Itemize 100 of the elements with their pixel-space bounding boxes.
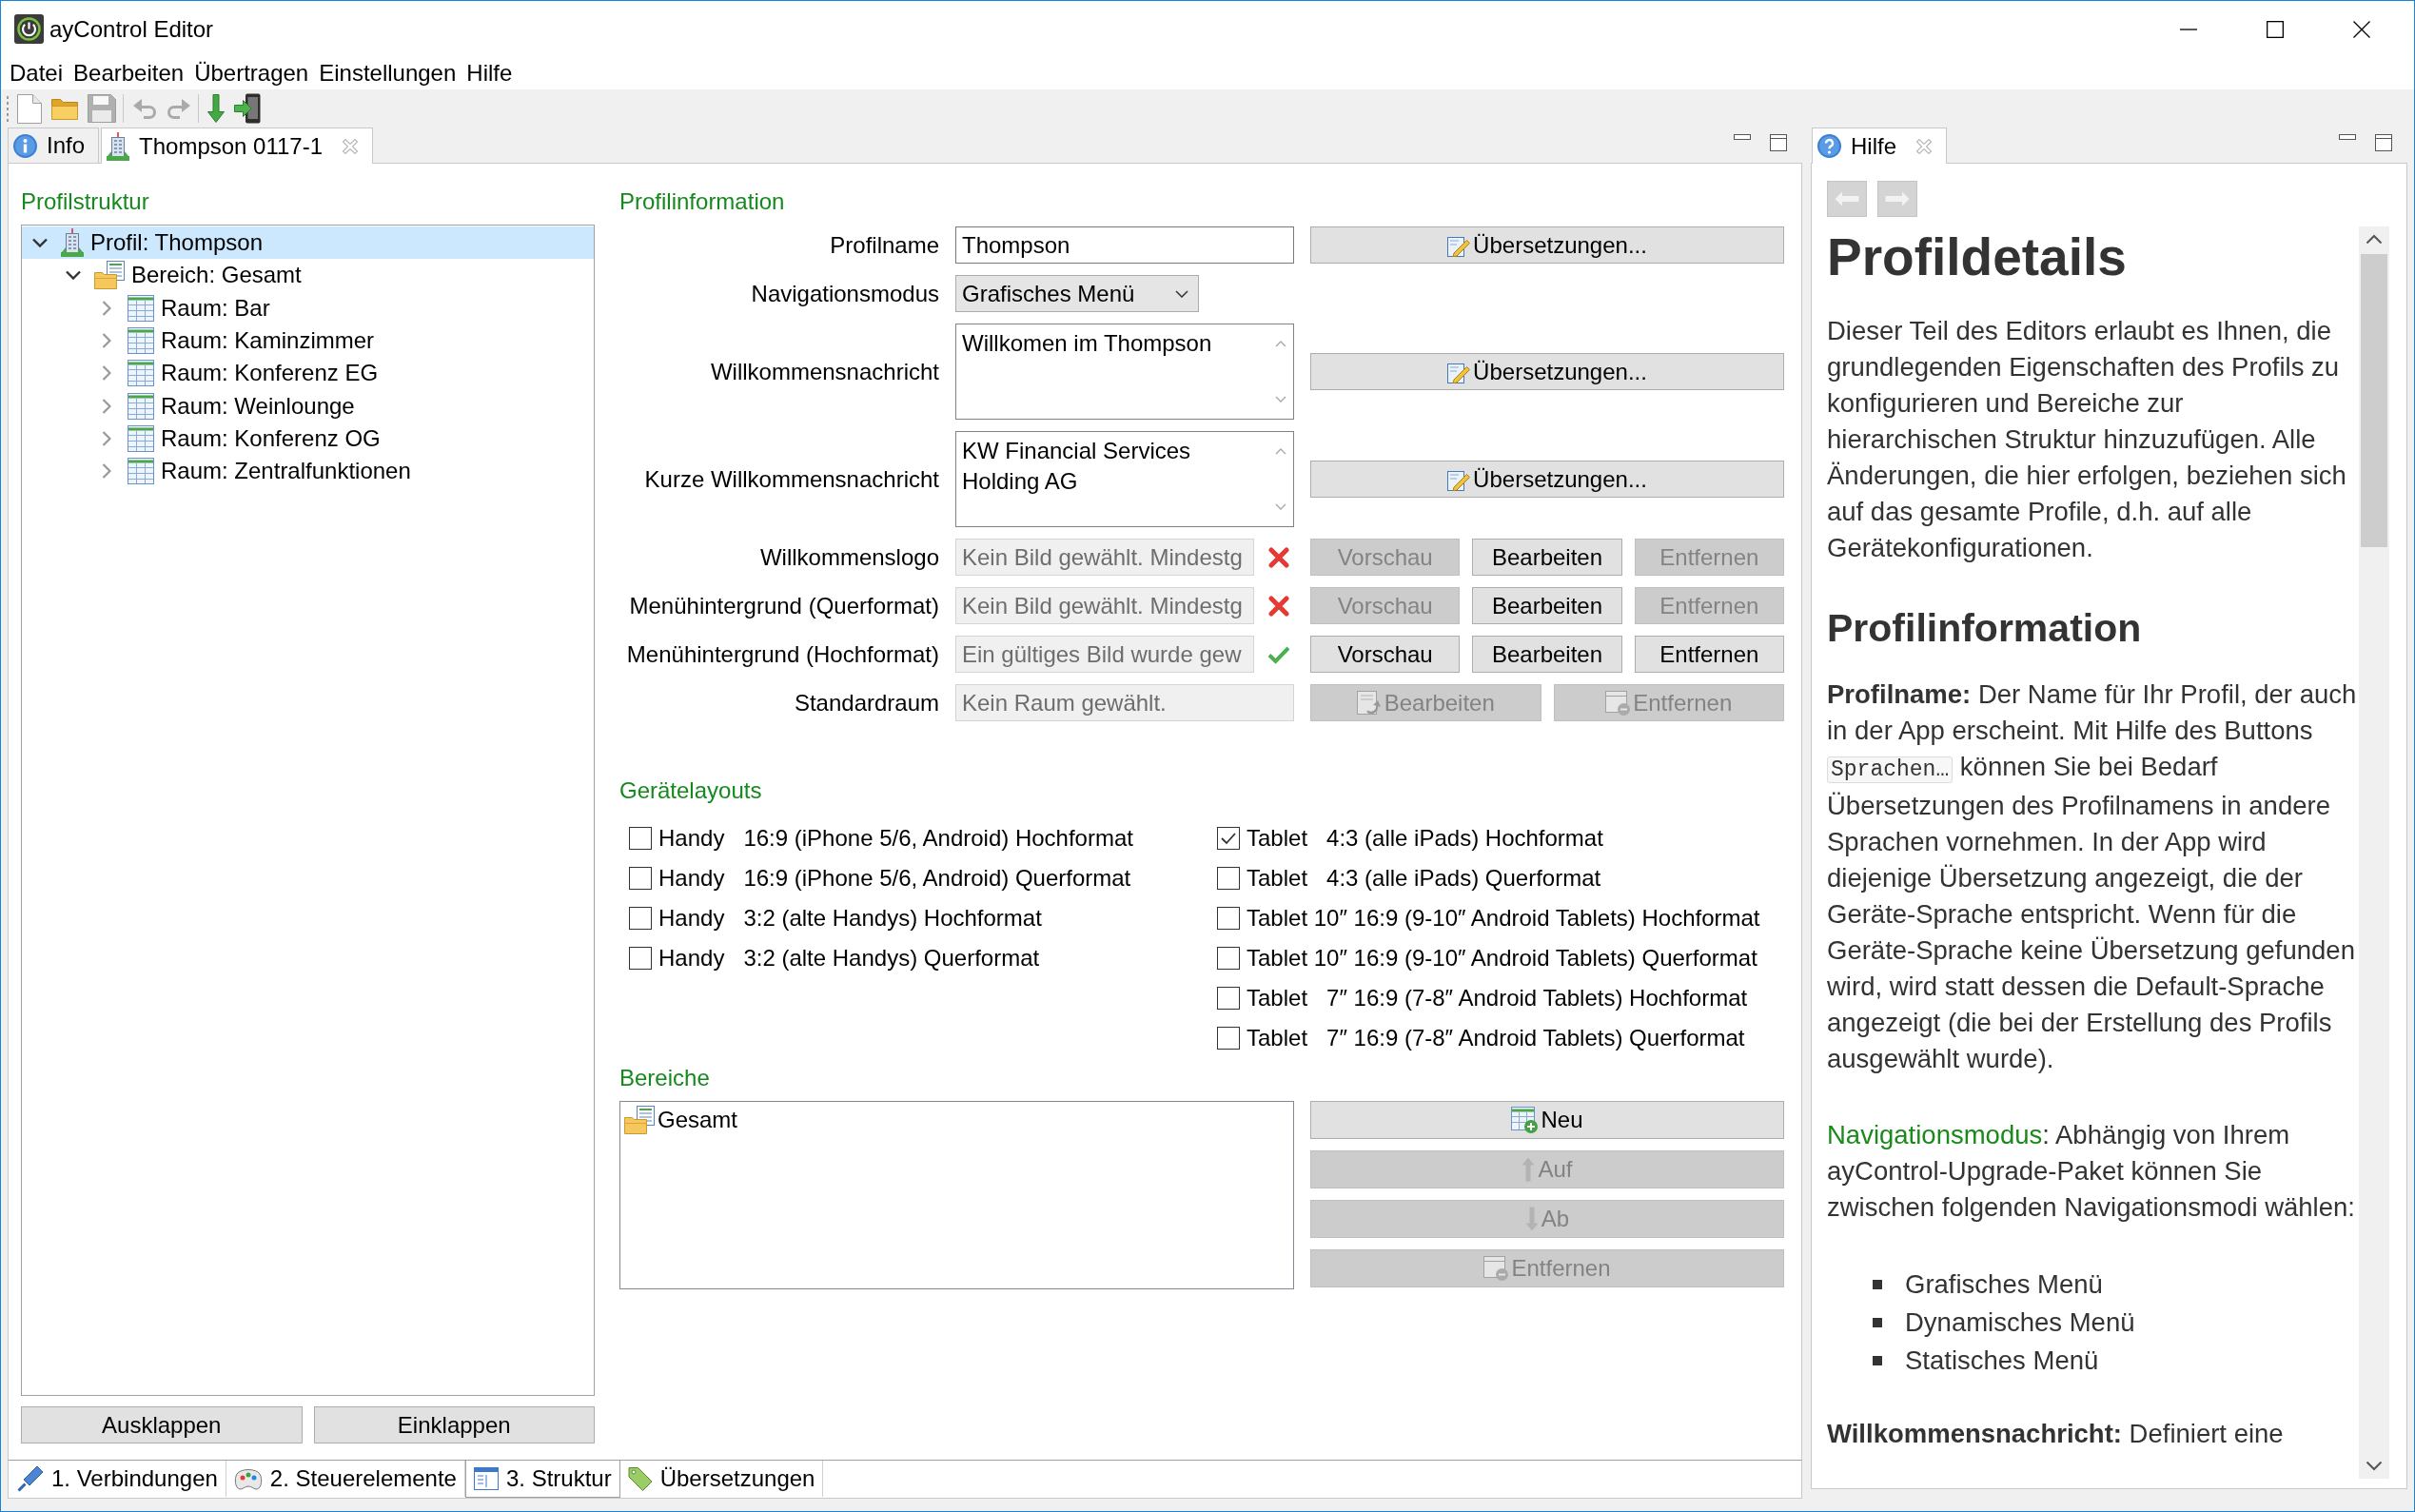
folder-icon (624, 1106, 655, 1134)
table-icon (128, 392, 154, 420)
remove-button[interactable]: Entfernen (1634, 636, 1784, 673)
translations-button[interactable]: Übersetzungen... (1310, 461, 1784, 498)
checkbox[interactable] (1217, 947, 1240, 970)
checkbox[interactable] (629, 947, 652, 970)
section-heading: Bereiche (619, 1064, 710, 1092)
tree-item[interactable]: Raum: Konferenz EG (22, 357, 594, 390)
edit-button[interactable]: Bearbeiten (1472, 539, 1622, 576)
chevron-right-icon[interactable] (102, 430, 111, 446)
tab[interactable]: 2. Steuerelemente (226, 1461, 465, 1497)
tree-item[interactable]: Raum: Konferenz OG (22, 422, 594, 456)
menu-item[interactable]: Hilfe (461, 59, 518, 88)
tree-item[interactable]: Raum: Weinlounge (22, 389, 594, 422)
list-item[interactable]: Gesamt (624, 1105, 1289, 1135)
checkbox[interactable] (1217, 867, 1240, 890)
text-field[interactable]: Kein Bild gewählt. Mindestg (955, 539, 1254, 576)
chevron-right-icon[interactable] (102, 398, 111, 414)
text-field[interactable]: Thompson (955, 226, 1294, 264)
app-logo-icon (14, 14, 44, 44)
checkbox[interactable] (1217, 827, 1240, 850)
minimize-icon[interactable] (2339, 134, 2356, 140)
scrollbar-thumb[interactable] (2361, 254, 2387, 547)
translations-button[interactable]: Übersetzungen... (1310, 226, 1784, 264)
chevron-down-icon[interactable] (32, 238, 48, 248)
checkbox[interactable] (629, 867, 652, 890)
edit-button[interactable]: Bearbeiten (1472, 636, 1622, 673)
scrollbar[interactable] (2359, 226, 2389, 1479)
scroll-up-icon[interactable] (2366, 234, 2383, 245)
edit-button[interactable]: Bearbeiten (1472, 587, 1622, 624)
text-field[interactable]: Kein Bild gewählt. Mindestg (955, 587, 1254, 624)
field-label: Navigationsmodus (751, 280, 939, 307)
dropdown[interactable]: Grafisches Menü (955, 275, 1199, 312)
document-arrow-icon (1356, 690, 1382, 716)
text-field[interactable]: Kein Raum gewählt. (955, 684, 1294, 721)
arrow-down-icon[interactable] (207, 94, 225, 123)
checkbox[interactable] (629, 907, 652, 930)
phone-arrow-icon[interactable] (234, 93, 261, 124)
checkbox[interactable] (1217, 1027, 1240, 1050)
tab[interactable]: Thompson 0117-1 (101, 128, 374, 164)
scroll-down-icon (1275, 503, 1286, 510)
minimize-icon[interactable] (2179, 28, 2197, 30)
new-button[interactable]: Neu (1310, 1101, 1784, 1139)
checkbox[interactable] (1217, 907, 1240, 930)
arrow-down-icon (1524, 1207, 1539, 1231)
collapse-all-button[interactable]: Einklappen (313, 1406, 595, 1443)
document-icon[interactable] (17, 93, 42, 124)
text-area[interactable]: Willkomen im Thompson (955, 324, 1294, 420)
translations-button[interactable]: Übersetzungen... (1310, 353, 1784, 390)
tab[interactable]: Hilfe (1812, 128, 1947, 164)
menu-item[interactable]: Übertragen (189, 59, 314, 88)
section-heading: Profilinformation (619, 187, 785, 216)
tree-item[interactable]: Raum: Zentralfunktionen (22, 455, 594, 488)
tree-item[interactable]: Raum: Kaminzimmer (22, 324, 594, 358)
help-paragraph: Navigationsmodus: Abhängig von Ihrem ayControl-Upgrade-Paket können Sie zwischen folgenden Navigationsmodi wählen: (1827, 1119, 2356, 1224)
palette-icon (233, 1466, 263, 1491)
tab[interactable]: 3. Struktur (464, 1460, 620, 1498)
field-label: Willkommenslogo (759, 543, 939, 571)
menu-item[interactable]: Datei (5, 59, 69, 88)
chevron-right-icon[interactable] (102, 365, 111, 382)
scroll-up-icon (1275, 341, 1286, 347)
chevron-right-icon[interactable] (102, 333, 111, 349)
tree-item[interactable]: Raum: Bar (22, 291, 594, 324)
text-field[interactable]: Ein gültiges Bild wurde gew (955, 636, 1254, 673)
maximize-icon[interactable] (1770, 134, 1787, 151)
tree-item[interactable]: Profil: Thompson (22, 226, 594, 260)
folder-icon[interactable] (51, 97, 78, 120)
help-paragraph: Profilname: Der Name für Ihr Profil, der auch in der App erscheint. Mit Hilfe des Buttons Sprachen… können Sie bei Bedarf Übersetzungen des Profilnamens in andere Sprachen vornehmen. In der App wird diejenige Übersetzung angezeigt, die der Geräte-Sprache entspricht. Wenn für die Geräte-Sprache keine Übersetzung gefunden wird, wird statt dessen die Default-Sprache angezeigt (die bei der Erstellung des Profils ausgewählt wurde). (1827, 678, 2358, 1075)
section-heading: Profilstruktur (21, 187, 149, 216)
checkbox-label: Handy 16:9 (iPhone 5/6, Android) Hochformat (658, 825, 1133, 852)
field-label: Willkommensnachricht (710, 358, 939, 385)
menu-item[interactable]: Bearbeiten (69, 59, 189, 88)
close-icon[interactable] (2352, 20, 2370, 38)
checkbox-label: Tablet 4:3 (alle iPads) Hochformat (1247, 825, 1603, 852)
chevron-right-icon[interactable] (102, 300, 111, 316)
maximize-icon[interactable] (2375, 134, 2392, 151)
tab[interactable]: Info (8, 128, 100, 163)
tab[interactable]: 1. Verbindungen (10, 1461, 226, 1497)
tab[interactable]: Übersetzungen (619, 1461, 824, 1497)
checkbox[interactable] (1217, 987, 1240, 1010)
scroll-down-icon[interactable] (2366, 1461, 2383, 1471)
minimize-icon[interactable] (1734, 134, 1751, 140)
maximize-icon[interactable] (2266, 20, 2284, 38)
help-title: Profildetails (1827, 226, 2128, 287)
arrow-right-icon (1885, 191, 1910, 206)
menu-item[interactable]: Einstellungen (314, 59, 461, 88)
arrow-left-icon (1835, 191, 1859, 206)
checkbox-label: Tablet 7″ 16:9 (7-8″ Android Tablets) Querformat (1247, 1025, 1745, 1051)
text-area[interactable]: KW Financial Services Holding AG (955, 431, 1294, 527)
tree-item[interactable]: Bereich: Gesamt (22, 259, 594, 292)
preview-button[interactable]: Vorschau (1310, 636, 1461, 673)
checkbox-label: Handy 16:9 (iPhone 5/6, Android) Querformat (658, 865, 1131, 892)
checkbox[interactable] (629, 827, 652, 850)
chevron-down-icon[interactable] (66, 270, 81, 281)
table-icon (128, 424, 154, 452)
checkbox-label: Tablet 4:3 (alle iPads) Querformat (1247, 865, 1601, 892)
expand-all-button[interactable]: Ausklappen (21, 1406, 303, 1443)
chevron-right-icon[interactable] (102, 463, 111, 480)
tag-icon (627, 1466, 653, 1491)
field-label: Kurze Willkommensnachricht (644, 465, 939, 493)
